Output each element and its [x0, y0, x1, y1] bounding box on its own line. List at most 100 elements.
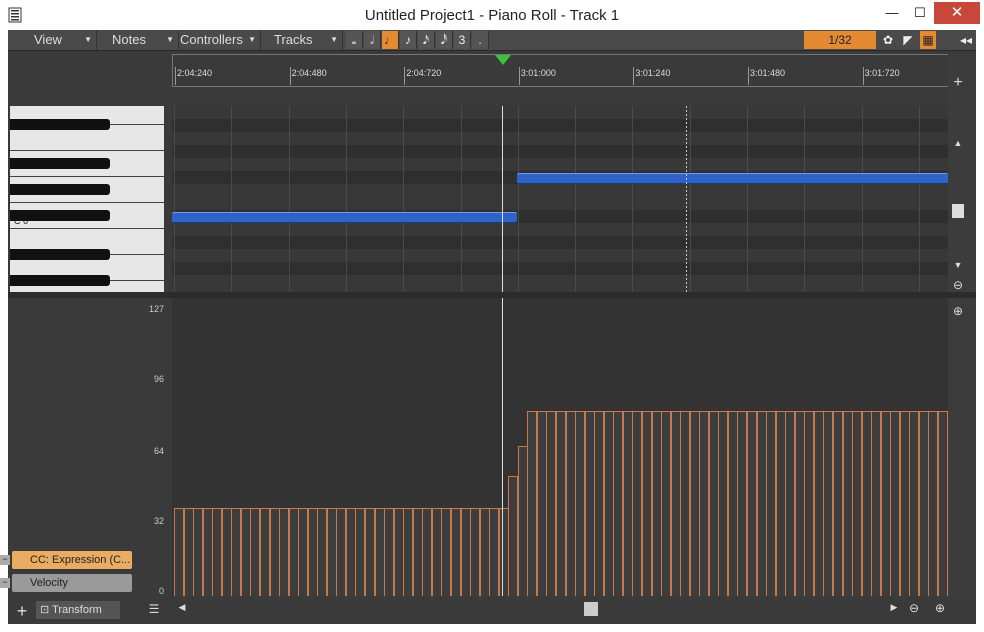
scroll-left-icon[interactable]: ◀	[172, 602, 192, 613]
scroll-right-icon[interactable]: ▶	[884, 602, 904, 613]
lane-velocity[interactable]: − Velocity	[0, 574, 132, 592]
velocity-bar[interactable]	[928, 411, 939, 596]
black-key[interactable]	[10, 184, 110, 195]
velocity-bar[interactable]	[871, 411, 882, 596]
velocity-bar[interactable]	[670, 411, 681, 596]
velocity-bar[interactable]	[450, 508, 461, 596]
black-key[interactable]	[10, 249, 110, 260]
velocity-bar[interactable]	[183, 508, 194, 596]
velocity-bar[interactable]	[785, 411, 796, 596]
velocity-bar[interactable]	[613, 411, 624, 596]
velocity-bar[interactable]	[288, 508, 299, 596]
velocity-bar[interactable]	[279, 508, 290, 596]
velocity-bar[interactable]	[250, 508, 261, 596]
note-value-button[interactable]: 𝅗𝅥	[364, 31, 381, 49]
note-value-button[interactable]: 𝅘𝅥𝅯	[418, 31, 435, 49]
grid-icon[interactable]: ▦	[920, 31, 936, 49]
velocity-bar[interactable]	[756, 411, 767, 596]
velocity-bar[interactable]	[727, 411, 738, 596]
velocity-bar[interactable]	[460, 508, 471, 596]
velocity-bar[interactable]	[498, 508, 509, 596]
velocity-bar[interactable]	[221, 508, 232, 596]
minus-icon[interactable]: −	[0, 555, 10, 565]
velocity-bar[interactable]	[718, 411, 729, 596]
velocity-bar[interactable]	[479, 508, 490, 596]
velocity-bar[interactable]	[890, 411, 901, 596]
black-key[interactable]	[10, 158, 110, 169]
velocity-bar[interactable]	[842, 411, 853, 596]
add-lane-icon[interactable]: +	[12, 601, 32, 622]
velocity-bar[interactable]	[336, 508, 347, 596]
velocity-bar[interactable]	[852, 411, 863, 596]
now-marker-icon[interactable]	[493, 55, 513, 67]
zoom-out-icon[interactable]: ⊖	[948, 278, 968, 292]
velocity-bar[interactable]	[393, 508, 404, 596]
velocity-bar[interactable]	[603, 411, 614, 596]
note-value-button[interactable]: ♪	[400, 31, 417, 49]
scroll-thumb[interactable]	[948, 204, 968, 218]
velocity-bar[interactable]	[365, 508, 375, 596]
black-key[interactable]	[10, 210, 110, 221]
black-key[interactable]	[10, 119, 110, 130]
velocity-bar[interactable]	[651, 411, 662, 596]
velocity-bar[interactable]	[641, 411, 652, 596]
velocity-bar[interactable]	[374, 508, 385, 596]
velocity-bar[interactable]	[699, 411, 710, 596]
velocity-bar[interactable]	[565, 411, 576, 596]
midi-note[interactable]	[517, 173, 948, 184]
velocity-bar[interactable]	[661, 411, 672, 596]
velocity-bar[interactable]	[326, 508, 337, 596]
note-value-button[interactable]: 𝅘𝅥𝅰	[436, 31, 453, 49]
velocity-bar[interactable]	[422, 508, 433, 596]
velocity-bar[interactable]	[556, 411, 566, 596]
velocity-bar[interactable]	[317, 508, 328, 596]
velocity-bar[interactable]	[708, 411, 719, 596]
lane-cc-expression[interactable]: − CC: Expression (C...	[0, 551, 132, 569]
velocity-bar[interactable]	[747, 411, 757, 596]
velocity-bar[interactable]	[861, 411, 872, 596]
scroll-up-icon[interactable]: ▲	[948, 138, 968, 148]
velocity-bar[interactable]	[823, 411, 834, 596]
velocity-bar[interactable]	[431, 508, 442, 596]
velocity-bar[interactable]	[575, 411, 586, 596]
velocity-bar[interactable]	[546, 411, 557, 596]
velocity-bar[interactable]	[536, 411, 547, 596]
velocity-bar[interactable]	[622, 411, 633, 596]
velocity-bar[interactable]	[298, 508, 309, 596]
velocity-bar[interactable]	[584, 411, 595, 596]
velocity-bar[interactable]	[345, 508, 356, 596]
menu-icon[interactable]: ☰	[144, 602, 164, 616]
collapse-icon[interactable]: ◂◂	[958, 31, 974, 49]
h-zoom-out-icon[interactable]: ⊖	[904, 601, 924, 615]
transform-button[interactable]: ⊡ Transform	[36, 601, 120, 619]
velocity-bar[interactable]	[680, 411, 691, 596]
velocity-bar[interactable]	[231, 508, 242, 596]
velocity-bar[interactable]	[517, 446, 528, 596]
velocity-bar[interactable]	[880, 411, 891, 596]
palette-icon[interactable]: ✿	[880, 31, 896, 49]
velocity-bar[interactable]	[909, 411, 920, 596]
velocity-bar[interactable]	[766, 411, 777, 596]
velocity-bar[interactable]	[775, 411, 786, 596]
velocity-bar[interactable]	[441, 508, 452, 596]
velocity-bar[interactable]	[813, 411, 824, 596]
notes-menu[interactable]: Notes ▼	[96, 30, 179, 50]
velocity-bar[interactable]	[174, 508, 184, 596]
velocity-bar[interactable]	[403, 508, 414, 596]
snap-resolution-dropdown[interactable]: 1/32	[804, 31, 876, 49]
velocity-bar[interactable]	[489, 508, 500, 596]
maximize-button[interactable]: ☐	[906, 2, 934, 24]
piano-keyboard[interactable]: C 6	[10, 106, 164, 292]
velocity-bar[interactable]	[259, 508, 270, 596]
velocity-bar[interactable]	[212, 508, 223, 596]
minimize-button[interactable]: —	[878, 2, 906, 24]
zoom-in-icon[interactable]: ⊕	[948, 304, 968, 318]
scroll-down-icon[interactable]: ▼	[948, 260, 968, 270]
h-scroll-thumb[interactable]	[584, 602, 598, 616]
arrow-icon[interactable]: ◤	[900, 31, 916, 49]
h-zoom-in-icon[interactable]: ⊕	[930, 601, 950, 615]
velocity-bar[interactable]	[794, 411, 805, 596]
controllers-menu[interactable]: Controllers ▼	[178, 30, 261, 50]
note-value-button[interactable]: 3	[454, 31, 471, 49]
velocity-bar[interactable]	[384, 508, 395, 596]
